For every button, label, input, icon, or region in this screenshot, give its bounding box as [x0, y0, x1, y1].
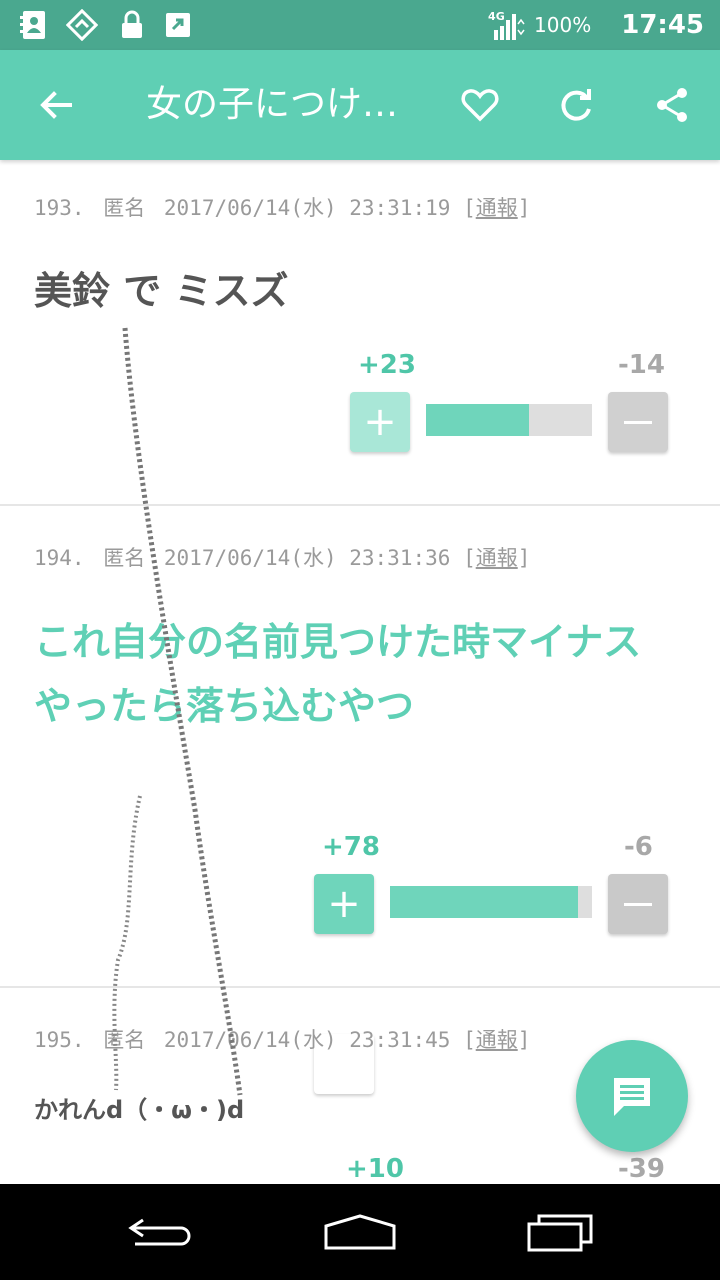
- app-bar: 女の子につけ…: [0, 50, 720, 160]
- comment-datetime: 2017/06/14(水) 23:31:19: [163, 196, 451, 220]
- report-link[interactable]: 通報: [476, 546, 518, 570]
- back-button[interactable]: [26, 75, 86, 135]
- back-arrow-icon: [40, 91, 72, 119]
- comment-item: 193. 匿名 2017/06/14(水) 23:31:19 [通報] 美鈴 で…: [0, 160, 720, 506]
- nav-back-button[interactable]: [110, 1202, 210, 1262]
- comment-meta: 194. 匿名 2017/06/14(水) 23:31:36 [通報]: [34, 546, 531, 570]
- plus-count: +78: [322, 832, 380, 862]
- minus-count: -14: [618, 350, 665, 380]
- comment-icon: [614, 1078, 650, 1116]
- comment-fab[interactable]: [576, 1040, 688, 1152]
- signal-icon: 4G: [488, 10, 526, 40]
- report-link[interactable]: 通報: [476, 196, 518, 220]
- share-button[interactable]: [642, 75, 702, 135]
- plus-count: +10: [346, 1154, 404, 1184]
- clock: 17:45: [621, 10, 704, 40]
- plus-icon: +: [327, 881, 361, 927]
- minus-count: -6: [624, 832, 653, 862]
- comment-datetime: 2017/06/14(水) 23:31:45: [163, 1028, 451, 1052]
- comment-author: 匿名: [103, 1028, 146, 1052]
- vote-ratio-bar: [390, 886, 592, 918]
- comment-number: 194.: [34, 546, 85, 570]
- comment-text: 美鈴 で ミスズ: [34, 269, 289, 313]
- nav-back-icon: [128, 1218, 191, 1246]
- heart-icon: [461, 89, 499, 122]
- comment-meta: 193. 匿名 2017/06/14(水) 23:31:19 [通報]: [34, 196, 531, 220]
- navigation-bar: [0, 1184, 720, 1280]
- vote-ratio-bar: [426, 404, 592, 436]
- comment-number: 193.: [34, 196, 85, 220]
- comment-meta: 195. 匿名 2017/06/14(水) 23:31:45 [通報]: [34, 1028, 531, 1052]
- status-bar: 4G 100% 17:45: [0, 0, 720, 50]
- nav-recents-button[interactable]: [510, 1202, 610, 1262]
- page-title: 女の子につけ…: [146, 84, 399, 125]
- nav-home-icon: [324, 1214, 396, 1250]
- screen-icon: [166, 13, 190, 37]
- sync-icon: [66, 9, 98, 41]
- nav-home-button[interactable]: [310, 1202, 410, 1262]
- contacts-icon: [20, 11, 45, 39]
- lock-icon: [122, 10, 142, 38]
- minus-icon: [624, 902, 652, 906]
- refresh-icon: [561, 89, 591, 121]
- minus-icon: [624, 420, 652, 424]
- report-link[interactable]: 通報: [476, 1028, 518, 1052]
- nav-recents-icon: [527, 1214, 593, 1252]
- plus-count: +23: [358, 350, 416, 380]
- comment-author: 匿名: [103, 546, 146, 570]
- favorite-button[interactable]: [450, 75, 510, 135]
- plus-button[interactable]: +: [314, 874, 374, 934]
- vote-ratio-fill: [390, 886, 578, 918]
- plus-icon: +: [363, 399, 397, 445]
- comment-number: 195.: [34, 1028, 85, 1052]
- comment-author: 匿名: [103, 196, 146, 220]
- comment-datetime: 2017/06/14(水) 23:31:36: [163, 546, 451, 570]
- plus-button[interactable]: +: [350, 392, 410, 452]
- refresh-button[interactable]: [546, 75, 606, 135]
- battery-level: 100%: [534, 13, 592, 37]
- comment-list[interactable]: 193. 匿名 2017/06/14(水) 23:31:19 [通報] 美鈴 で…: [0, 160, 720, 1184]
- minus-button[interactable]: [608, 392, 668, 452]
- minus-count: -39: [618, 1154, 665, 1184]
- vote-ratio-fill: [426, 404, 529, 436]
- share-icon: [657, 88, 687, 122]
- minus-button[interactable]: [608, 874, 668, 934]
- comment-text: これ自分の名前見つけた時マイナス やったら落ち込むやつ: [34, 620, 642, 728]
